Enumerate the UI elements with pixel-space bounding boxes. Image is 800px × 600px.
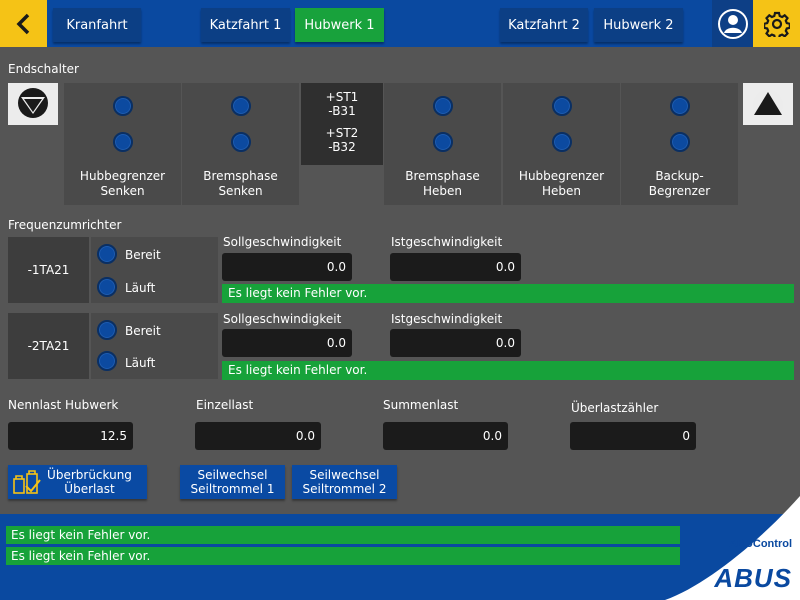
inverter-status-panel: Bereit Läuft xyxy=(91,313,218,379)
st2-line1: +ST2 xyxy=(325,126,359,140)
tab-katzfahrt-2[interactable]: Katzfahrt 2 xyxy=(500,8,588,42)
tab-katzfahrt-1[interactable]: Katzfahrt 1 xyxy=(201,8,290,42)
override-overload-label: Überbrückung Überlast xyxy=(47,468,132,496)
inverter-status-panel: Bereit Läuft xyxy=(91,237,218,303)
st1-line2: -B31 xyxy=(328,104,356,118)
limit-switch-hubbegrenzer-heben: Hubbegrenzer Heben xyxy=(503,83,620,205)
rope-change-drum-2-button[interactable]: Seilwechsel Seiltrommel 2 xyxy=(292,465,397,499)
lower-button[interactable] xyxy=(8,83,58,125)
status-led xyxy=(552,96,572,116)
status-led xyxy=(231,132,251,152)
status-led xyxy=(670,132,690,152)
summenlast-value: 0.0 xyxy=(383,422,508,450)
endschalter-title: Endschalter xyxy=(8,62,79,76)
user-icon xyxy=(717,8,748,39)
limit-switch-label: Bremsphase Senken xyxy=(203,169,278,198)
inverter-name: -2TA21 xyxy=(8,313,89,379)
status-led xyxy=(433,132,453,152)
ready-led xyxy=(97,244,117,264)
ueberlast-value: 0 xyxy=(570,422,696,450)
limit-switch-label: Hubbegrenzer Senken xyxy=(79,169,166,198)
status-led xyxy=(113,96,133,116)
limit-switch-bremsphase-senken: Bremsphase Senken xyxy=(182,83,299,205)
st1-line1: +ST1 xyxy=(325,90,359,104)
ready-label: Bereit xyxy=(125,248,161,262)
limit-switch-label: Hubbegrenzer Heben xyxy=(518,169,605,198)
gear-icon xyxy=(763,11,790,37)
inverter-status-message: Es liegt kein Fehler vor. xyxy=(222,284,794,303)
limit-switch-backup-begrenzer: Backup- Begrenzer xyxy=(621,83,738,205)
running-label: Läuft xyxy=(125,356,156,370)
running-label: Läuft xyxy=(125,281,156,295)
tab-hubwerk-2[interactable]: Hubwerk 2 xyxy=(594,8,683,42)
arrow-down-icon xyxy=(8,83,58,125)
override-overload-button[interactable]: Überbrückung Überlast xyxy=(8,465,147,499)
limit-switch-bremsphase-heben: Bremsphase Heben xyxy=(384,83,501,205)
arrow-up-icon xyxy=(753,90,783,120)
st2-line2: -B32 xyxy=(328,140,356,154)
abus-logo: ABUS xyxy=(714,563,792,593)
actual-label: Istgeschwindigkeit xyxy=(391,235,503,249)
chevron-left-icon xyxy=(16,13,29,34)
status-led xyxy=(552,132,572,152)
tab-kranfahrt[interactable]: Kranfahrt xyxy=(53,8,141,42)
settings-button[interactable] xyxy=(753,0,800,47)
ready-led xyxy=(97,320,117,340)
status-led xyxy=(670,96,690,116)
nennlast-label: Nennlast Hubwerk xyxy=(8,398,119,412)
einzellast-value: 0.0 xyxy=(195,422,321,450)
limit-switch-label: Bremsphase Heben xyxy=(405,169,480,198)
actual-value: 0.0 xyxy=(390,329,521,357)
status-led xyxy=(433,96,453,116)
footer-message: Es liegt kein Fehler vor. xyxy=(6,547,680,565)
running-led xyxy=(97,351,117,371)
nennlast-value: 12.5 xyxy=(8,422,133,450)
product-name: ABUControl xyxy=(729,538,792,550)
frequenzumrichter-title: Frequenzumrichter xyxy=(8,218,122,232)
setpoint-label: Sollgeschwindigkeit xyxy=(223,312,342,326)
rope-change-drum-2-label: Seilwechsel Seiltrommel 2 xyxy=(302,468,387,496)
setpoint-label: Sollgeschwindigkeit xyxy=(223,235,342,249)
tab-hubwerk-1[interactable]: Hubwerk 1 xyxy=(295,8,384,42)
rope-change-drum-1-button[interactable]: Seilwechsel Seiltrommel 1 xyxy=(180,465,285,499)
setpoint-value: 0.0 xyxy=(222,329,352,357)
back-button[interactable] xyxy=(0,0,47,47)
inverter-name: -1TA21 xyxy=(8,237,89,303)
weights-icon xyxy=(13,470,41,494)
ready-label: Bereit xyxy=(125,324,161,338)
rope-change-drum-1-label: Seilwechsel Seiltrommel 1 xyxy=(190,468,275,496)
footer-message: Es liegt kein Fehler vor. xyxy=(6,526,680,544)
summenlast-label: Summenlast xyxy=(383,398,459,412)
setpoint-value: 0.0 xyxy=(222,253,352,281)
status-led xyxy=(113,132,133,152)
limit-switch-hubbegrenzer-senken: Hubbegrenzer Senken xyxy=(64,83,181,205)
raise-button[interactable] xyxy=(743,83,793,125)
sensor-id-box: +ST1 -B31 +ST2 -B32 xyxy=(301,83,383,165)
einzellast-label: Einzellast xyxy=(196,398,254,412)
inverter-status-message: Es liegt kein Fehler vor. xyxy=(222,361,794,380)
running-led xyxy=(97,277,117,297)
actual-value: 0.0 xyxy=(390,253,521,281)
status-led xyxy=(231,96,251,116)
actual-label: Istgeschwindigkeit xyxy=(391,312,503,326)
limit-switch-label: Backup- Begrenzer xyxy=(648,169,711,198)
ueberlast-label: Überlastzähler xyxy=(571,401,659,415)
user-button[interactable] xyxy=(712,0,753,47)
